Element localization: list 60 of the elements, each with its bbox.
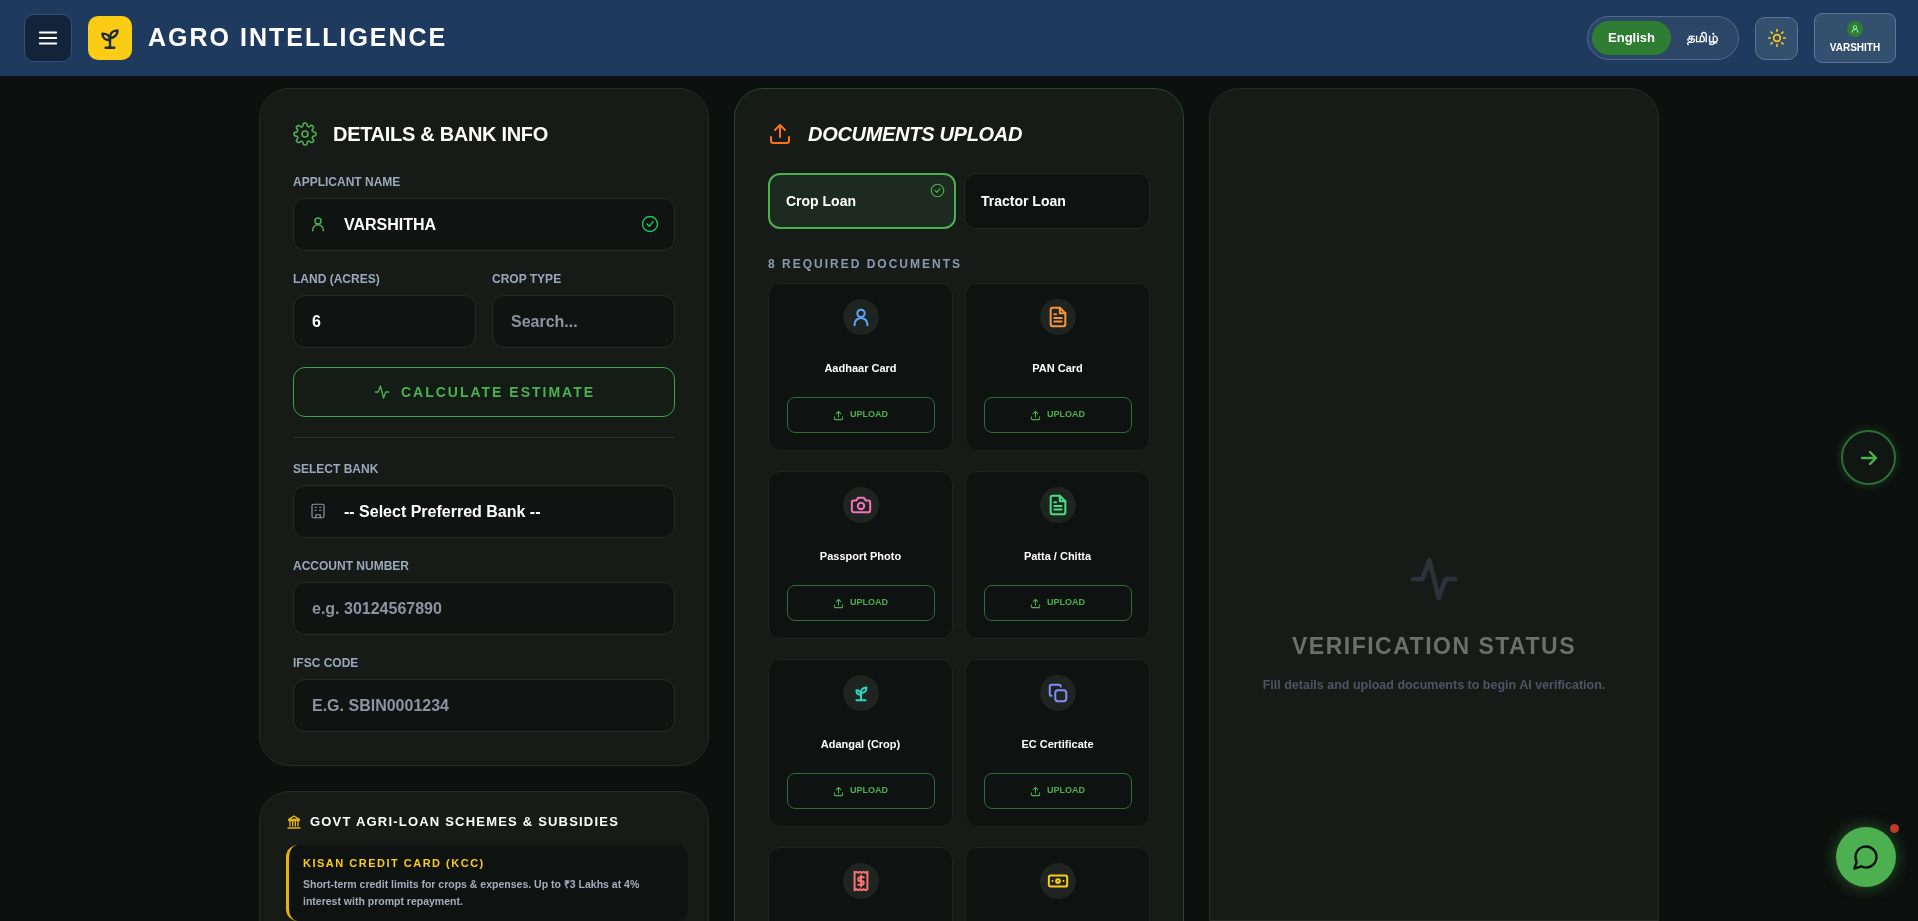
applicant-name-field[interactable]: VARSHITHA — [293, 198, 675, 251]
upload-button[interactable]: UPLOAD — [786, 773, 935, 809]
ifsc-code-field[interactable]: E.G. SBIN0001234 — [293, 679, 675, 732]
field-label: APPLICANT NAME — [293, 174, 402, 191]
calculate-estimate-button[interactable]: CALCULATE ESTIMATE — [293, 367, 675, 417]
upload-button[interactable]: UPLOAD — [786, 397, 935, 433]
user-button[interactable]: VARSHITH — [1814, 13, 1896, 63]
document-name: Passport Photo — [819, 549, 902, 564]
gear-icon — [293, 122, 317, 146]
scheme-title: KISAN CREDIT CARD (KCC) — [303, 855, 486, 871]
document-name: EC Certificate — [1021, 737, 1094, 752]
upload-icon — [833, 597, 844, 609]
upload-button[interactable]: UPLOAD — [786, 585, 935, 621]
chat-bubble-icon — [1852, 843, 1880, 871]
upload-icon — [768, 122, 792, 146]
land-acres-field[interactable]: 6 — [293, 295, 476, 348]
upload-icon — [1030, 597, 1041, 609]
field-label: IFSC CODE — [293, 655, 360, 672]
field-label: ACCOUNT NUMBER — [293, 558, 410, 575]
verification-title: VERIFICATION STATUS — [1291, 632, 1577, 661]
bank-select[interactable]: -- Select Preferred Bank -- — [293, 485, 675, 538]
upload-button[interactable]: UPLOAD — [983, 773, 1132, 809]
avatar-icon — [1847, 21, 1863, 37]
notification-dot — [1890, 824, 1899, 833]
account-number-field[interactable]: e.g. 30124567890 — [293, 582, 675, 635]
card-title: DOCUMENTS UPLOAD — [808, 122, 1023, 147]
crop-type-field[interactable]: Search... — [492, 295, 675, 348]
language-option[interactable]: English — [1592, 21, 1671, 55]
card-title: DETAILS & BANK INFO — [333, 122, 549, 147]
app-title: AGRO INTELLIGENCE — [148, 22, 448, 54]
loan-type-tab[interactable]: Crop Loan — [768, 173, 956, 229]
upload-icon — [833, 785, 844, 797]
document-name: Aadhaar Card — [824, 361, 897, 376]
menu-button[interactable] — [24, 14, 72, 62]
verification-message: Fill details and upload documents to begin AI verification. — [1262, 676, 1606, 694]
document-name: Adangal (Crop) — [820, 737, 901, 752]
theme-toggle-button[interactable] — [1755, 16, 1798, 60]
chat-button[interactable] — [1836, 827, 1896, 887]
sun-icon — [1766, 28, 1787, 48]
document-name: Patta / Chitta — [1023, 549, 1092, 564]
upload-button[interactable]: UPLOAD — [983, 397, 1132, 433]
field-label: SELECT BANK — [293, 461, 380, 478]
language-option[interactable]: தமிழ் — [1671, 21, 1734, 55]
document-name: PAN Card — [1032, 361, 1083, 376]
upload-button[interactable]: UPLOAD — [983, 585, 1132, 621]
loan-type-tab[interactable]: Tractor Loan — [964, 173, 1150, 229]
building-icon — [309, 502, 327, 520]
upload-icon — [833, 409, 844, 421]
next-arrow-button[interactable] — [1841, 430, 1896, 485]
scheme-description: Short-term credit limits for crops & expenses. Up to ₹3 Lakhs at 4% interest with prompt repayment. — [303, 877, 641, 910]
field-label: LAND (ACRES) — [293, 271, 381, 288]
upload-icon — [1030, 785, 1041, 797]
upload-icon — [1030, 409, 1041, 421]
bank-building-icon — [286, 813, 302, 830]
required-documents-count: 8 REQUIRED DOCUMENTS — [768, 256, 963, 273]
person-icon — [309, 215, 327, 233]
field-label: CROP TYPE — [492, 271, 563, 288]
check-icon — [930, 183, 945, 198]
pulse-icon — [372, 383, 391, 401]
card-title: GOVT AGRI-LOAN SCHEMES & SUBSIDIES — [310, 813, 619, 831]
